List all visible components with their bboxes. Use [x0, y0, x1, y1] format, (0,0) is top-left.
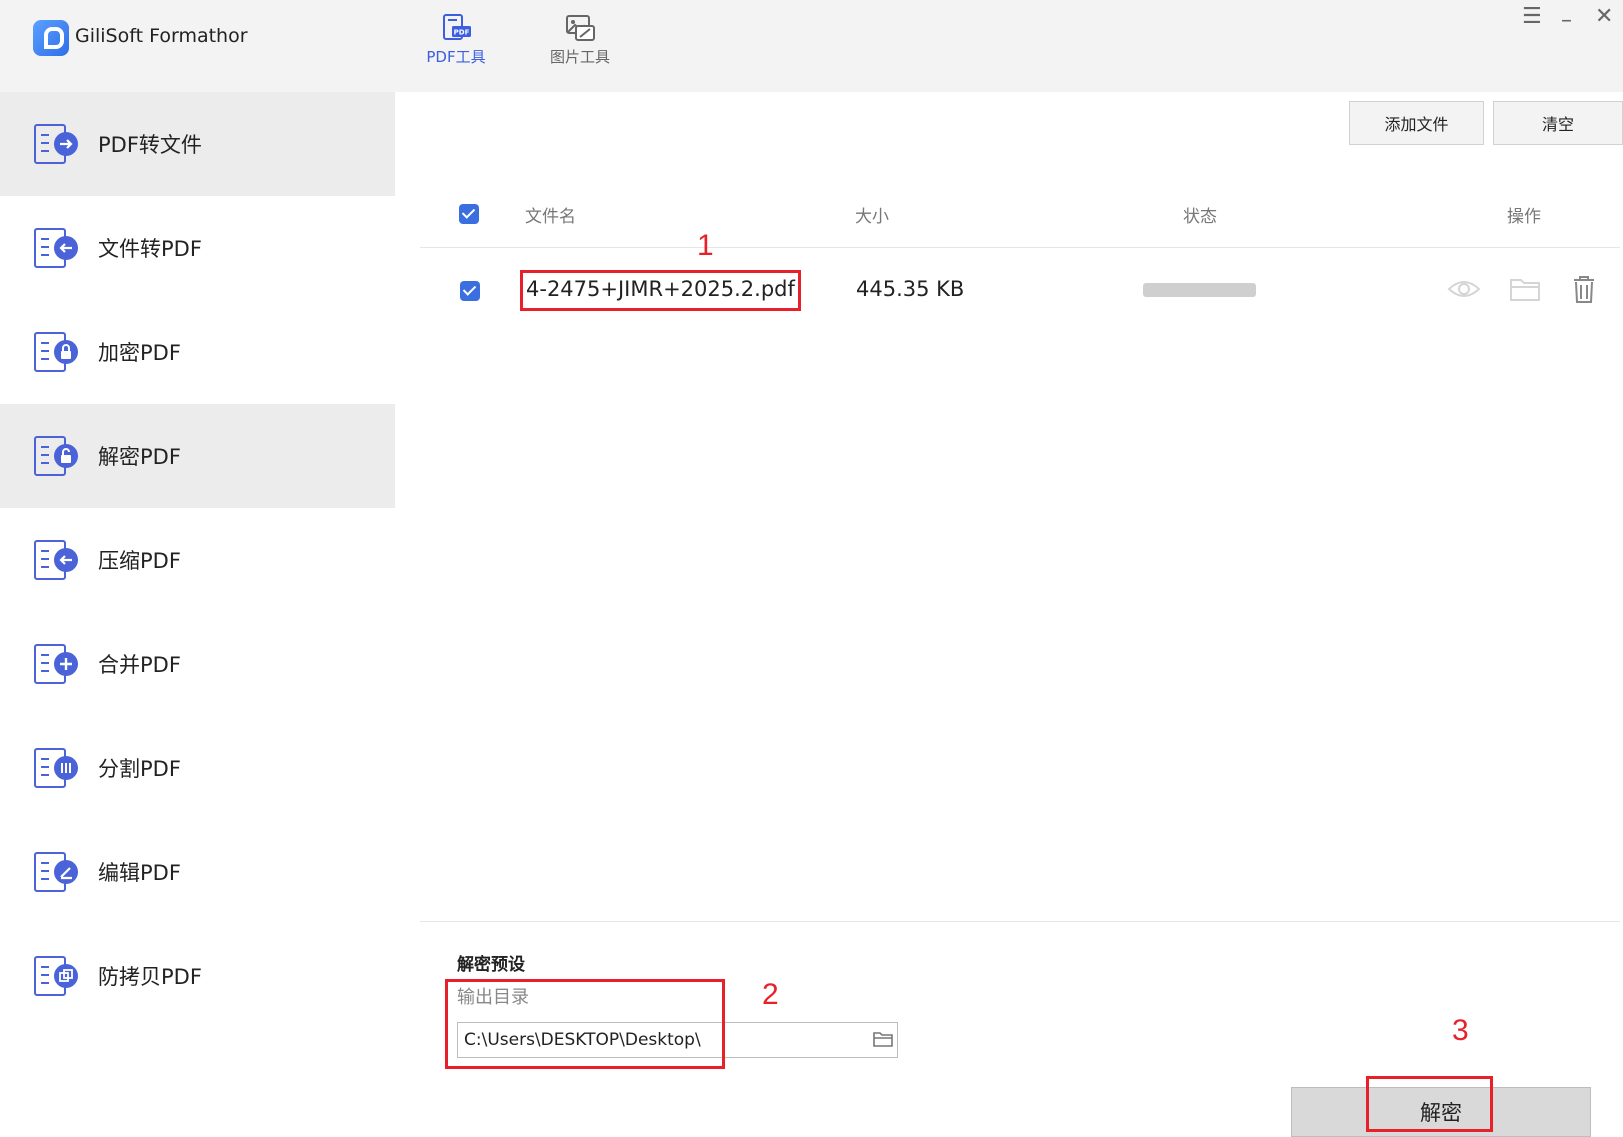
header-divider	[420, 247, 1620, 248]
clear-button[interactable]: 清空	[1493, 101, 1623, 145]
sidebar-item-label: 编辑PDF	[98, 861, 181, 885]
title-bar: GiliSoft Formathor PDF PDF工具 图片工具 ☰ – ✕	[0, 0, 1623, 92]
row-status-progress	[1143, 283, 1256, 297]
sidebar-item-decrypt-pdf[interactable]: 解密PDF	[0, 404, 395, 508]
annotation-number-3: 3	[1452, 1014, 1469, 1047]
settings-divider	[420, 921, 1620, 922]
encrypt-pdf-icon	[34, 332, 78, 372]
tab-image-tools-label: 图片工具	[549, 48, 610, 66]
sidebar: PDF转文件 文件转PDF 加密PDF 解密PDF 压缩PDF 合并PDF 分割…	[0, 92, 395, 1137]
split-pdf-icon	[34, 748, 78, 788]
annotation-number-1: 1	[697, 229, 714, 262]
sidebar-item-label: 分割PDF	[98, 757, 181, 781]
sidebar-item-compress-pdf[interactable]: 压缩PDF	[0, 508, 395, 612]
merge-pdf-icon	[34, 644, 78, 684]
sidebar-item-merge-pdf[interactable]: 合并PDF	[0, 612, 395, 716]
annotation-box-2	[445, 979, 725, 1069]
annotation-box-1	[520, 270, 801, 311]
annotation-box-3	[1366, 1076, 1493, 1132]
row-checkbox[interactable]	[460, 281, 480, 301]
sidebar-item-copy-protect-pdf[interactable]: 防拷贝PDF	[0, 924, 395, 1028]
select-all-checkbox[interactable]	[459, 204, 479, 224]
sidebar-item-label: PDF转文件	[98, 133, 202, 157]
browse-folder-icon[interactable]	[872, 1029, 894, 1049]
sidebar-item-label: 防拷贝PDF	[98, 965, 202, 989]
header-status[interactable]: 状态	[1183, 202, 1217, 227]
row-size: 445.35 KB	[856, 277, 965, 301]
tab-pdf-tools[interactable]: PDF PDF工具	[411, 14, 501, 67]
pdf-tool-icon: PDF	[443, 14, 471, 40]
annotation-number-2: 2	[762, 978, 779, 1011]
sidebar-item-file-to-pdf[interactable]: 文件转PDF	[0, 196, 395, 300]
header-filename[interactable]: 文件名	[525, 202, 576, 227]
edit-pdf-icon	[34, 852, 78, 892]
sidebar-item-edit-pdf[interactable]: 编辑PDF	[0, 820, 395, 924]
sidebar-item-label: 文件转PDF	[98, 237, 202, 261]
header-size[interactable]: 大小	[855, 202, 889, 227]
sidebar-item-label: 加密PDF	[98, 341, 181, 365]
close-icon[interactable]: ✕	[1595, 4, 1613, 29]
copy-protect-pdf-icon	[34, 956, 78, 996]
compress-pdf-icon	[34, 540, 78, 580]
delete-trash-icon[interactable]	[1567, 274, 1601, 304]
pdf-to-file-icon	[34, 124, 78, 164]
add-file-button[interactable]: 添加文件	[1349, 101, 1484, 145]
sidebar-item-pdf-to-file[interactable]: PDF转文件	[0, 92, 395, 196]
sidebar-item-label: 解密PDF	[98, 445, 181, 469]
sidebar-item-split-pdf[interactable]: 分割PDF	[0, 716, 395, 820]
sidebar-item-label: 压缩PDF	[98, 549, 181, 573]
sidebar-item-label: 合并PDF	[98, 653, 181, 677]
decrypt-preset-title: 解密预设	[457, 955, 525, 975]
preview-eye-icon[interactable]	[1447, 274, 1481, 304]
menu-icon[interactable]: ☰	[1522, 4, 1542, 29]
tab-pdf-tools-label: PDF工具	[426, 48, 486, 66]
app-title: GiliSoft Formathor	[75, 25, 248, 47]
sidebar-item-encrypt-pdf[interactable]: 加密PDF	[0, 300, 395, 404]
minimize-icon[interactable]: –	[1561, 8, 1572, 33]
svg-text:PDF: PDF	[454, 29, 470, 37]
tab-image-tools[interactable]: 图片工具	[535, 14, 625, 67]
header-actions: 操作	[1507, 207, 1541, 227]
file-to-pdf-icon	[34, 228, 78, 268]
open-folder-icon[interactable]	[1508, 274, 1542, 304]
app-logo-icon	[33, 20, 69, 56]
image-tool-icon	[566, 15, 595, 41]
decrypt-pdf-icon	[34, 436, 78, 476]
